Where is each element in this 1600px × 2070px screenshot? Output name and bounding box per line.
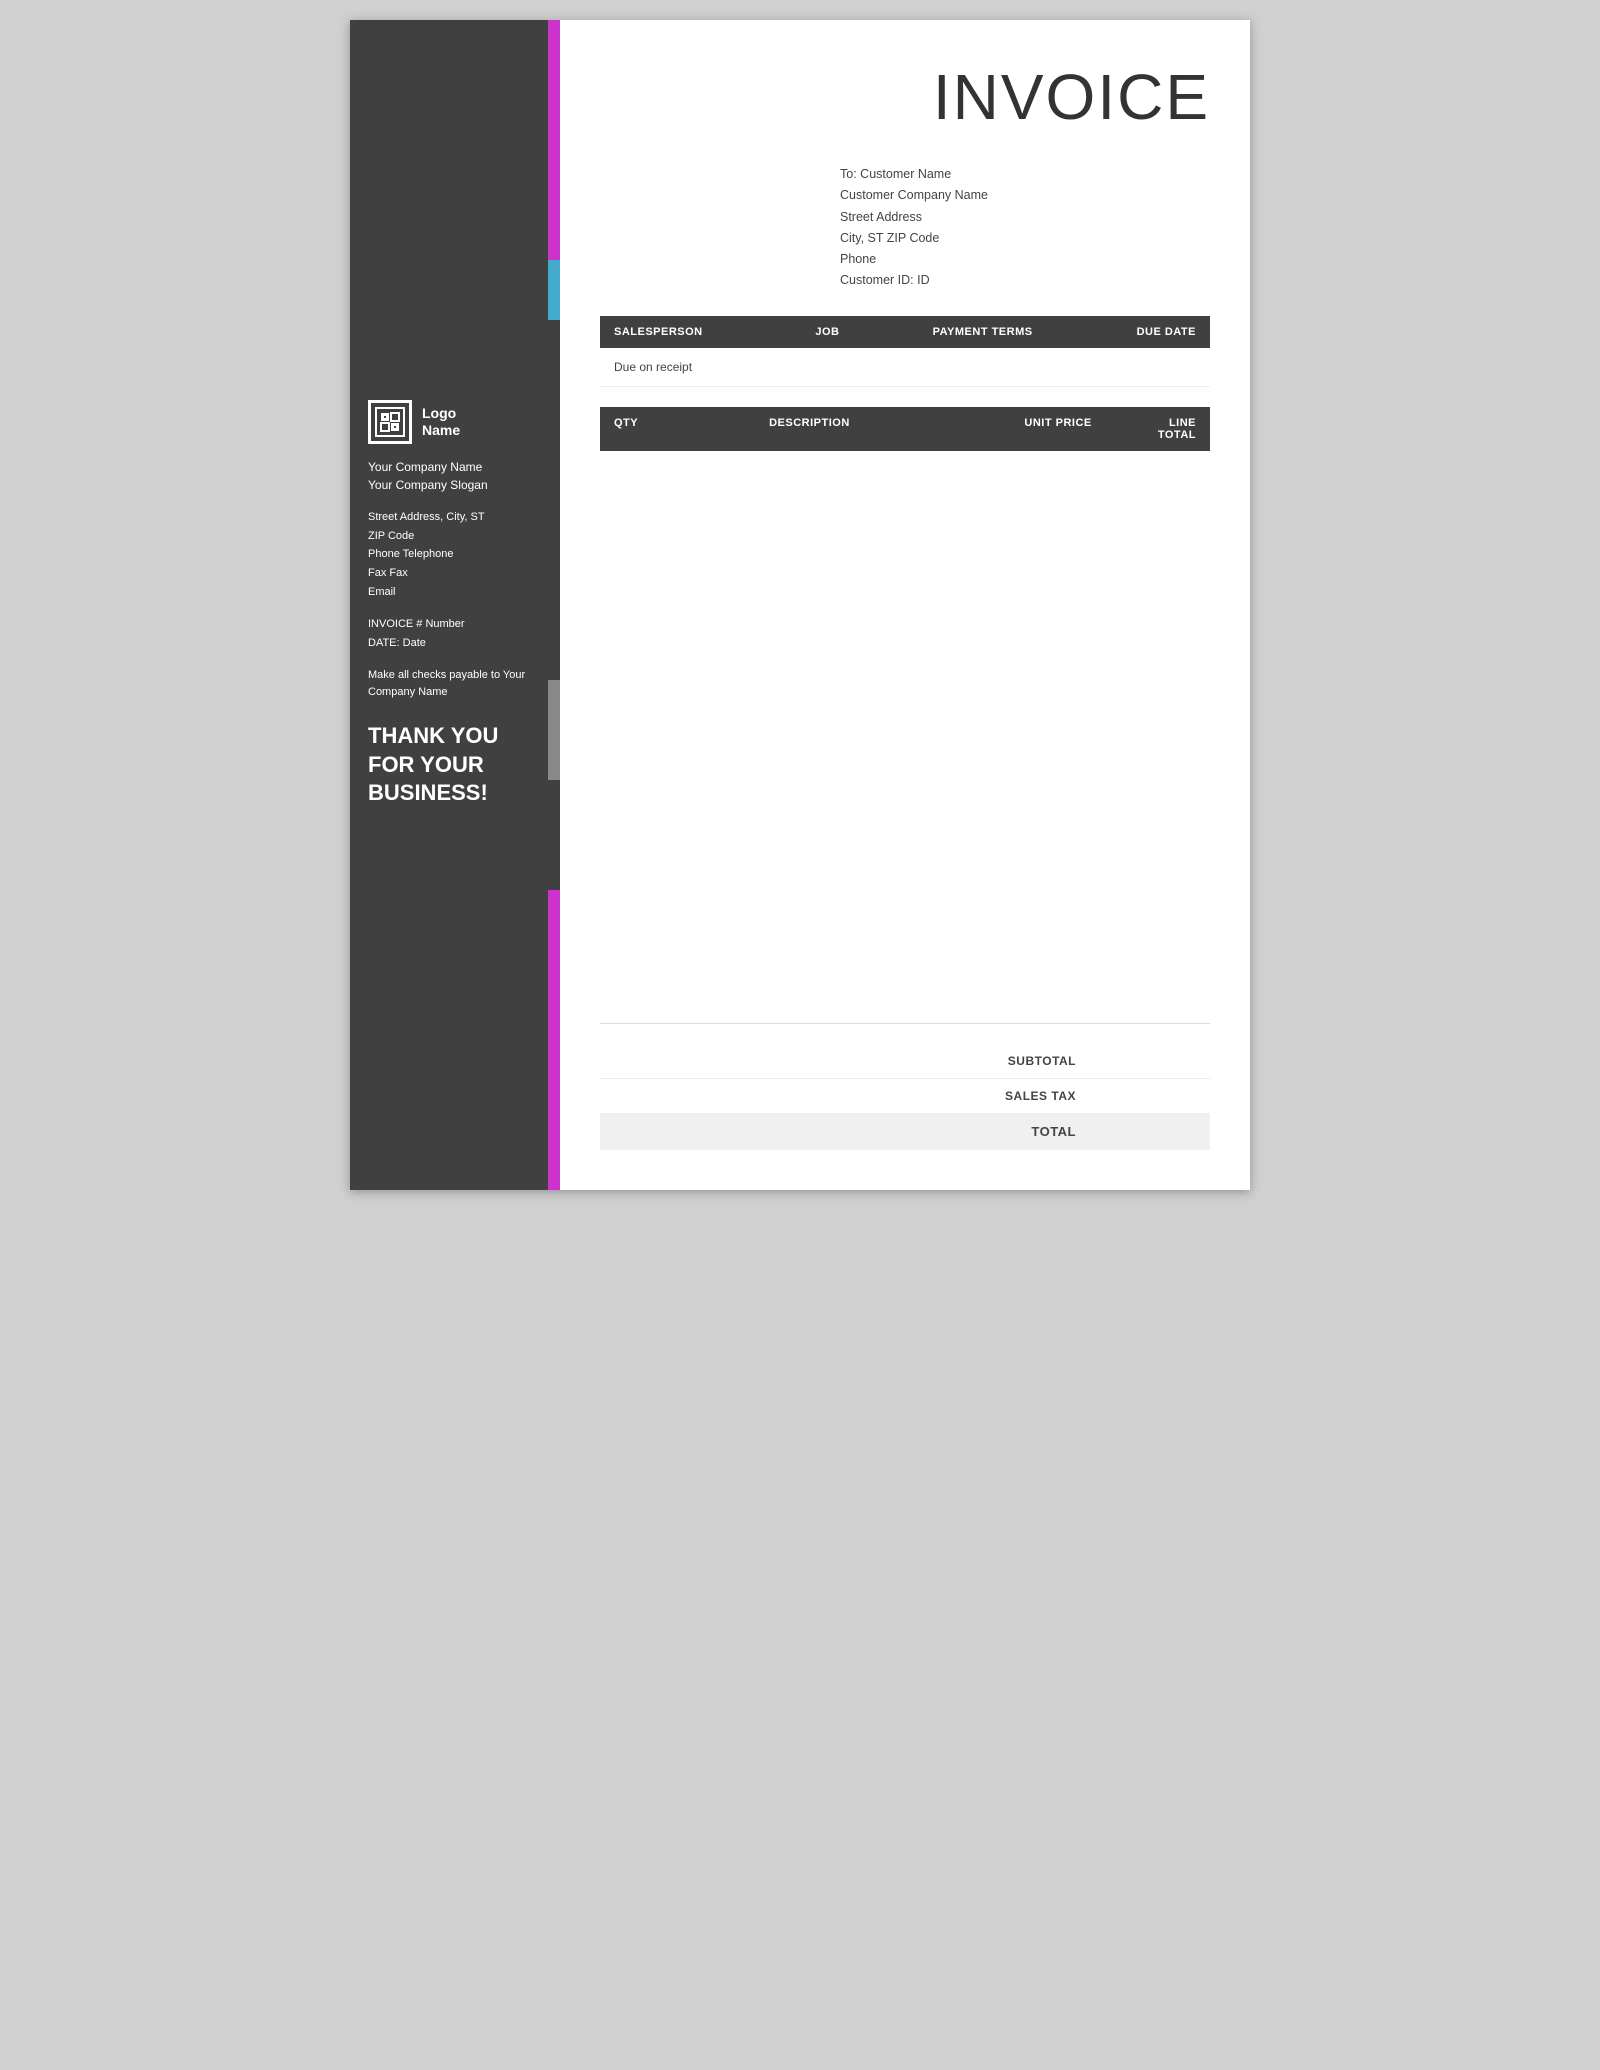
invoice-meta: INVOICE # Number DATE: Date: [368, 615, 542, 652]
totals-area: SUBTOTAL SALES TAX TOTAL: [600, 1044, 1210, 1150]
invoice-title: INVOICE: [600, 60, 1210, 134]
sales-tax-row: SALES TAX: [600, 1079, 1210, 1114]
col-payment-terms: PAYMENT TERMS: [886, 326, 1080, 338]
billing-info: To: Customer Name Customer Company Name …: [840, 164, 1210, 292]
subtotal-row: SUBTOTAL: [600, 1044, 1210, 1079]
logo-label: Logo Name: [422, 405, 460, 439]
thank-you-text: THANK YOU FOR YOUR BUSINESS!: [368, 722, 542, 808]
logo-icon: [368, 400, 412, 444]
col-description: DESCRIPTION: [701, 417, 918, 441]
salesperson-header: SALESPERSON JOB PAYMENT TERMS DUE DATE: [600, 316, 1210, 348]
main-content: INVOICE To: Customer Name Customer Compa…: [560, 20, 1250, 1190]
invoice-page: Logo Name Your Company Name Your Company…: [350, 20, 1250, 1190]
payment-terms-value: Due on receipt: [614, 360, 692, 374]
accent-purple-bottom: [548, 890, 560, 1190]
total-value: [1096, 1124, 1196, 1139]
col-qty: QTY: [614, 417, 701, 441]
col-due-date: DUE DATE: [1080, 326, 1196, 338]
company-address: Street Address, City, ST ZIP Code Phone …: [368, 508, 542, 601]
accent-gray: [548, 680, 560, 780]
payable-text: Make all checks payable to Your Company …: [368, 667, 542, 702]
payment-terms-row: Due on receipt: [600, 348, 1210, 387]
col-unit-price: UNIT PRICE: [918, 417, 1092, 441]
subtotal-value: [1096, 1054, 1196, 1068]
subtotal-label: SUBTOTAL: [614, 1054, 1096, 1068]
col-line-total: LINE TOTAL: [1092, 417, 1196, 441]
col-job: JOB: [769, 326, 885, 338]
sidebar: Logo Name Your Company Name Your Company…: [350, 20, 560, 1190]
logo-area: Logo Name: [368, 400, 542, 444]
col-salesperson: SALESPERSON: [614, 326, 769, 338]
grand-total-row: TOTAL: [600, 1114, 1210, 1150]
sales-tax-label: SALES TAX: [614, 1089, 1096, 1103]
company-name: Your Company Name Your Company Slogan: [368, 458, 542, 494]
accent-cyan: [548, 260, 560, 320]
items-area: [600, 451, 1210, 1025]
sales-tax-value: [1096, 1089, 1196, 1103]
total-label: TOTAL: [614, 1124, 1096, 1139]
items-header: QTY DESCRIPTION UNIT PRICE LINE TOTAL: [600, 407, 1210, 451]
accent-purple-top: [548, 20, 560, 260]
